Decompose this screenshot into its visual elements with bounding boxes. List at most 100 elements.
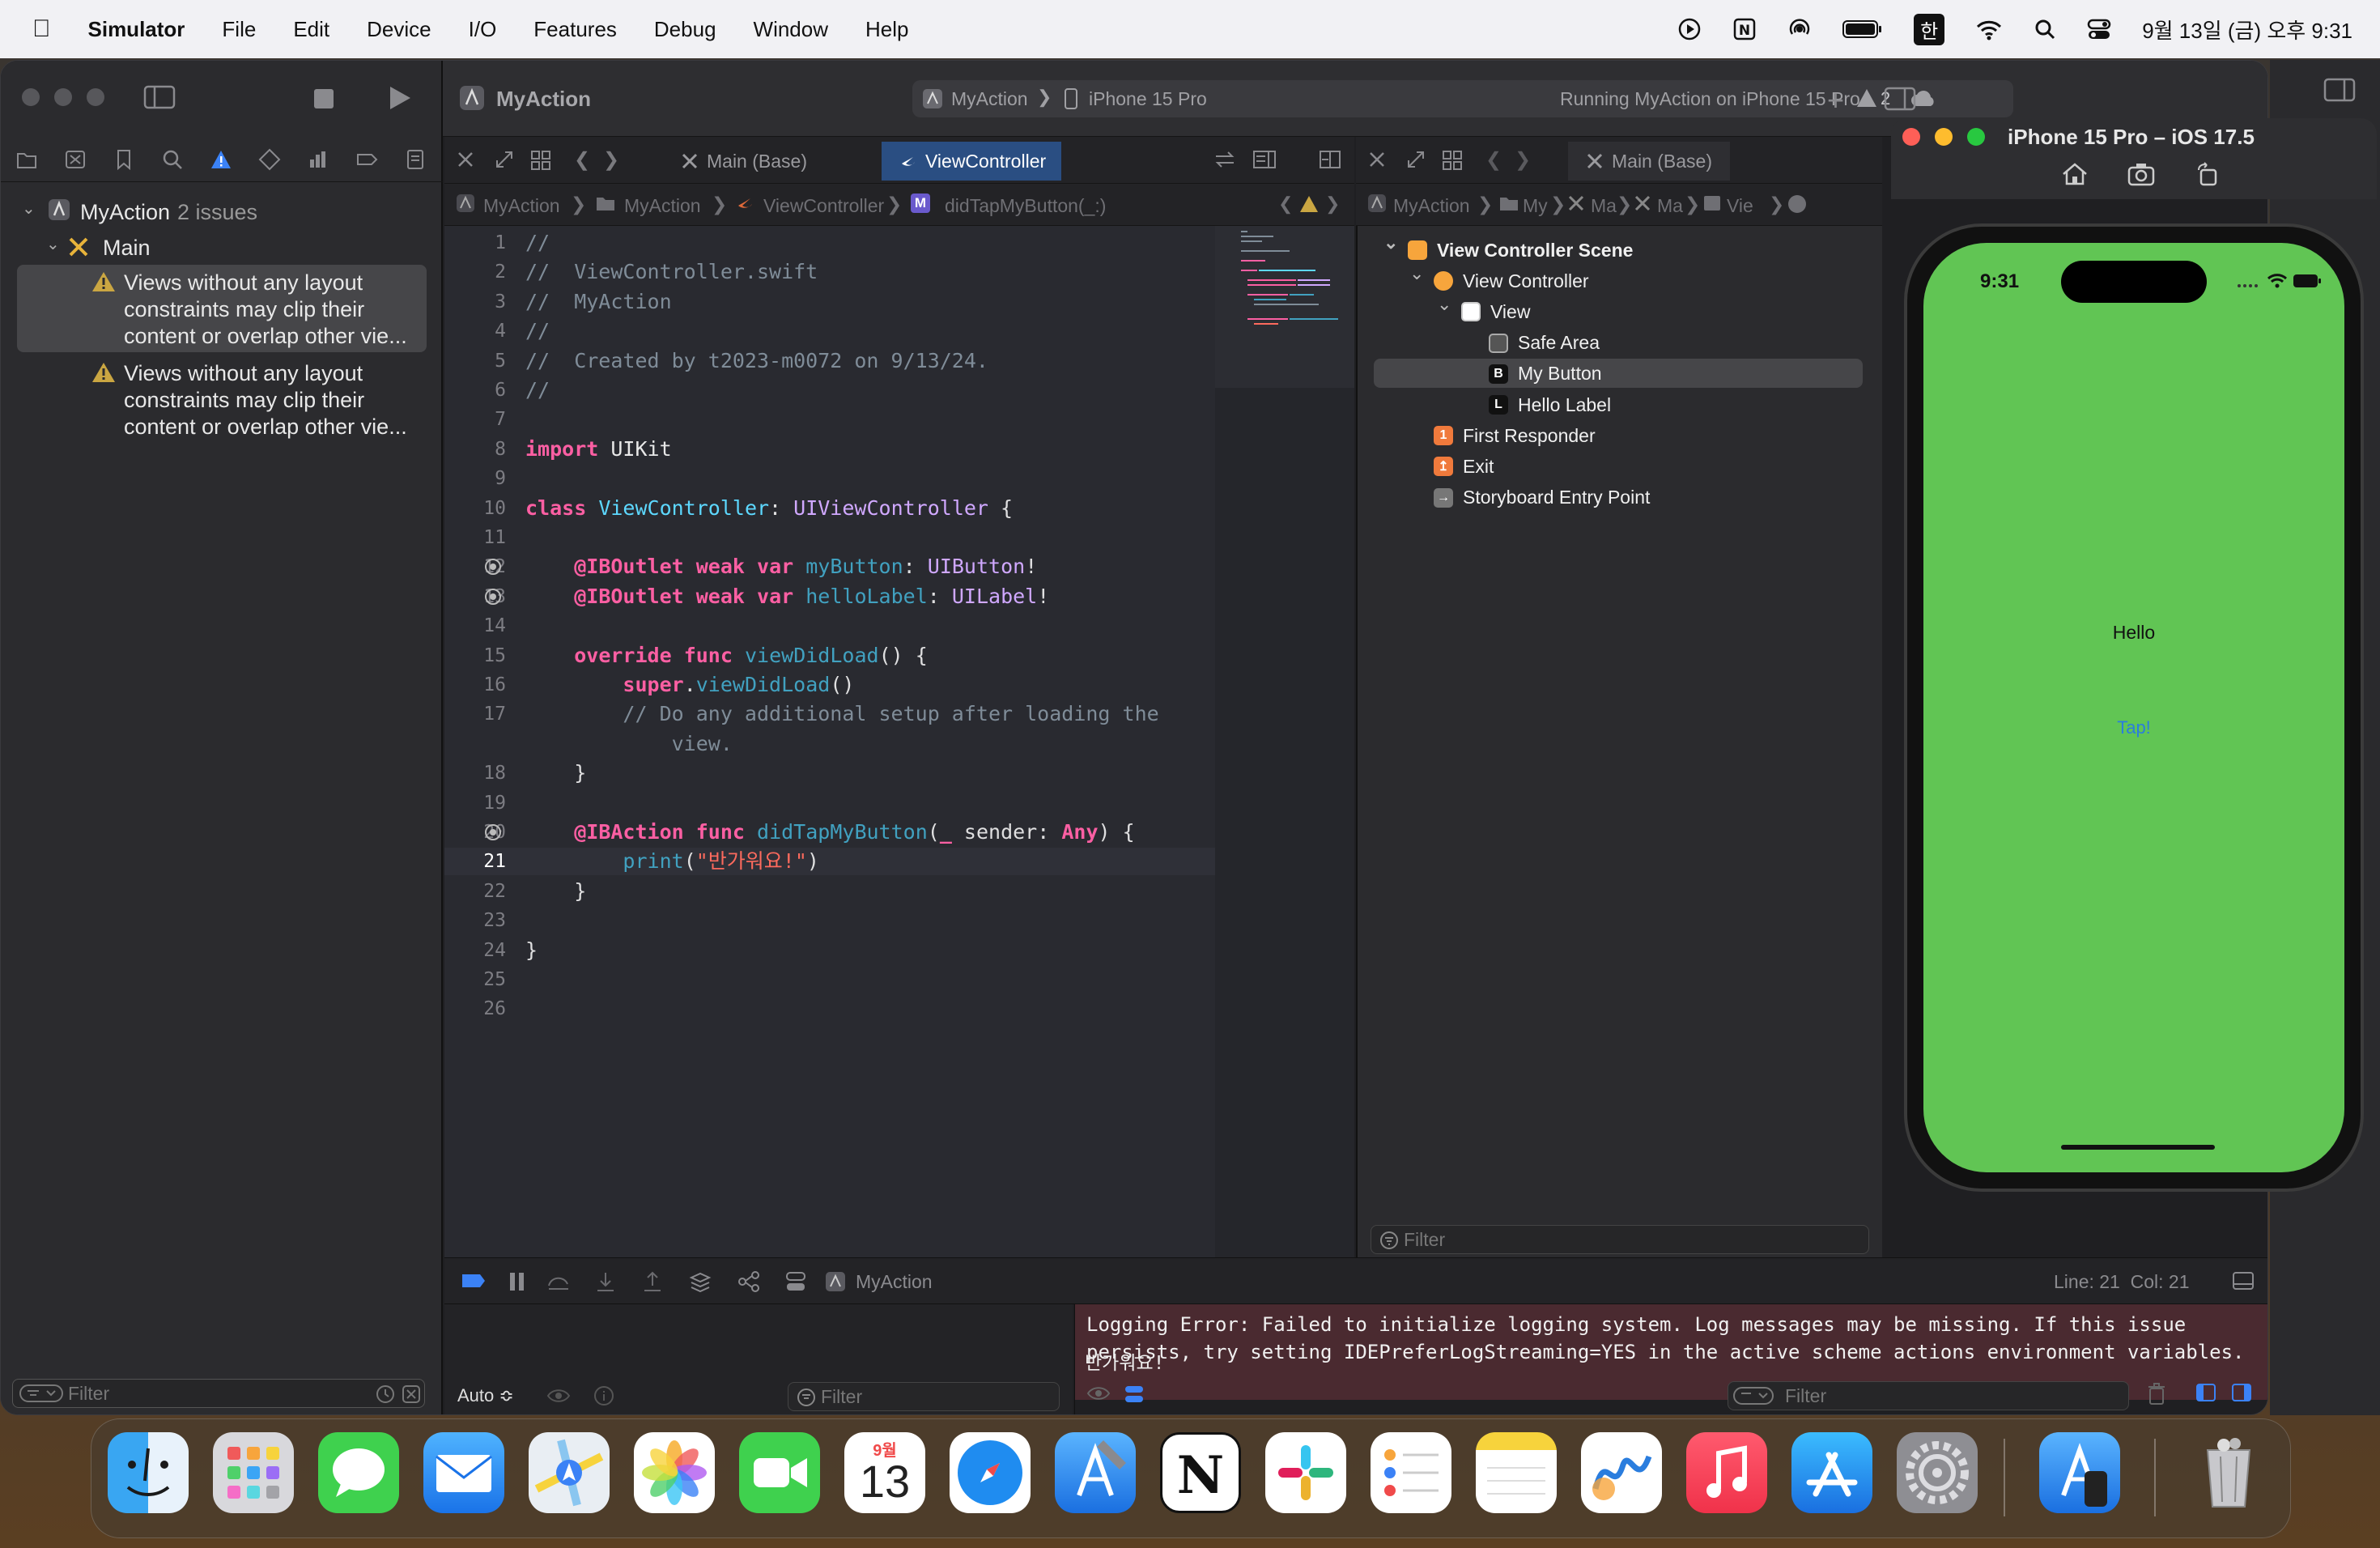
back-icon[interactable]: ❮ [1278, 194, 1293, 215]
trash-icon[interactable] [2188, 1432, 2269, 1513]
outline-item-hello-label[interactable]: L Hello Label [1489, 390, 1611, 419]
finder-icon[interactable] [108, 1432, 189, 1513]
line-number[interactable]: 3 [444, 288, 506, 316]
line-number[interactable]: 16 [444, 671, 506, 699]
report-navigator-icon[interactable] [404, 148, 427, 171]
source-editor[interactable]: 1 // 2 // ViewController.swift 3 // MyAction 4… [444, 226, 1215, 1257]
line-number[interactable]: 23 [444, 907, 506, 934]
variables-filter-field[interactable]: Filter [788, 1382, 1060, 1411]
menu-io[interactable]: I/O [469, 17, 497, 42]
inspector-toggle-icon[interactable] [2323, 78, 2356, 102]
navigator-filter-field[interactable]: Filter [12, 1379, 425, 1408]
chevron-down-icon[interactable]: ⌄ [1383, 232, 1398, 253]
breadcrumb-item[interactable]: Ma [1591, 195, 1617, 217]
code-line[interactable]: 21 print("반가워요!") [444, 848, 1215, 876]
reminders-icon[interactable] [1371, 1432, 1451, 1513]
debug-process-name[interactable]: MyAction [856, 1271, 933, 1293]
line-number[interactable]: 2 [444, 258, 506, 286]
code-line[interactable]: 5 // Created by t2023-m0072 on 9/13/24. [444, 347, 1215, 375]
line-number[interactable]: 25 [444, 966, 506, 993]
outline-item-scene[interactable]: ⌄ View Controller Scene [1383, 232, 1633, 265]
forward-icon[interactable]: ❯ [1325, 194, 1340, 215]
line-number[interactable]: 10 [444, 495, 506, 522]
app-store-icon[interactable] [1791, 1432, 1872, 1513]
menubar-clock[interactable]: 9월 13일 (금) 오후 9:31 [2142, 15, 2352, 45]
code-line[interactable]: 23 [444, 907, 1215, 934]
home-icon[interactable] [2061, 162, 2089, 186]
breadcrumb-item[interactable]: MyAction [624, 195, 701, 217]
maximize-editor-icon[interactable] [1406, 150, 1426, 169]
code-line[interactable]: 16 super.viewDidLoad() [444, 671, 1215, 699]
swap-icon[interactable] [1213, 150, 1236, 169]
code-line[interactable]: 15 override func viewDidLoad() { [444, 642, 1215, 670]
tab-main-base[interactable]: Main (Base) [663, 142, 825, 181]
photos-icon[interactable] [634, 1432, 715, 1513]
sim-zoom-button[interactable] [1967, 128, 1985, 146]
close-editor-icon[interactable] [1367, 150, 1387, 169]
code-line[interactable]: 17 // Do any additional setup after load… [444, 700, 1215, 728]
calendar-icon[interactable]: 9월 13 [844, 1432, 925, 1513]
tab-viewcontroller[interactable]: ViewController [882, 142, 1061, 181]
debug-view-hierarchy-icon[interactable] [689, 1271, 712, 1292]
warning-icon[interactable] [1856, 88, 1877, 108]
chevron-down-icon[interactable]: ⌄ [1437, 294, 1451, 315]
show-variables-icon[interactable] [2195, 1383, 2216, 1402]
auto-scope-selector[interactable]: Auto ≎ [457, 1385, 514, 1406]
stop-button[interactable] [313, 88, 334, 109]
code-line[interactable]: 11 [444, 524, 1215, 551]
outline-item-view-controller[interactable]: ⌄ View Controller [1409, 263, 1589, 296]
find-navigator-icon[interactable] [161, 148, 184, 171]
outline-item-safe-area[interactable]: Safe Area [1489, 329, 1600, 358]
code-line[interactable]: 8 import UIKit [444, 436, 1215, 463]
outline-filter-field[interactable]: Filter [1371, 1225, 1869, 1254]
menu-window[interactable]: Window [754, 17, 828, 42]
trash-icon[interactable] [2147, 1383, 2166, 1406]
spotlight-search-icon[interactable] [2034, 18, 2056, 40]
project-row[interactable]: ⌄ MyAction 2 issues [1, 195, 443, 228]
line-number[interactable]: 18 [444, 759, 506, 787]
outline-item-my-button[interactable]: B My Button [1489, 359, 1602, 389]
menu-debug[interactable]: Debug [654, 17, 716, 42]
apple-menu-icon[interactable]:  [32, 15, 51, 43]
memory-graph-icon[interactable] [737, 1271, 760, 1292]
breadcrumb-item[interactable]: My [1523, 195, 1548, 217]
launchpad-icon[interactable] [213, 1432, 294, 1513]
maximize-editor-icon[interactable] [495, 150, 514, 169]
line-number[interactable]: 26 [444, 995, 506, 1023]
pause-icon[interactable] [508, 1271, 527, 1292]
outline-item-exit[interactable]: ↥ Exit [1434, 452, 1494, 481]
window-minimize-button[interactable] [54, 88, 72, 106]
related-items-icon[interactable] [530, 150, 551, 171]
project-navigator-icon[interactable] [15, 148, 38, 171]
editor-options-icon[interactable] [1252, 150, 1277, 169]
breadcrumb-item[interactable]: ViewController [763, 195, 884, 217]
code-line[interactable]: 14 [444, 612, 1215, 640]
outline-item-storyboard-entry-point[interactable]: → Storyboard Entry Point [1434, 483, 1650, 512]
scheme-selector[interactable]: MyAction [951, 88, 1028, 110]
safari-icon[interactable] [950, 1432, 1031, 1513]
code-line[interactable]: 26 [444, 995, 1215, 1023]
airdrop-icon[interactable] [1787, 17, 1812, 41]
notion-icon[interactable]: N [1160, 1432, 1241, 1513]
split-editor-icon[interactable] [1319, 150, 1341, 169]
forward-icon[interactable]: ❯ [1515, 148, 1531, 172]
chevron-down-icon[interactable]: ⌄ [1409, 263, 1424, 284]
outline-item-view[interactable]: ⌄ View [1437, 294, 1530, 326]
mail-icon[interactable] [423, 1432, 504, 1513]
window-zoom-button[interactable] [87, 88, 104, 106]
line-number[interactable]: 1 [444, 229, 506, 257]
code-line[interactable]: 2 // ViewController.swift [444, 258, 1215, 286]
system-settings-icon[interactable] [1897, 1432, 1978, 1513]
code-line[interactable]: view. [444, 730, 1215, 758]
facetime-icon[interactable] [739, 1432, 820, 1513]
issues-only-icon[interactable] [402, 1384, 421, 1404]
code-line[interactable]: 4 // [444, 317, 1215, 345]
window-close-button[interactable] [22, 88, 40, 106]
menu-edit[interactable]: Edit [293, 17, 329, 42]
run-button[interactable] [388, 85, 412, 111]
back-icon[interactable]: ❮ [574, 148, 590, 172]
outlet-connection-icon[interactable] [485, 588, 501, 605]
info-icon[interactable] [593, 1385, 614, 1406]
line-number[interactable]: 24 [444, 937, 506, 964]
screenshot-icon[interactable] [2127, 162, 2155, 186]
